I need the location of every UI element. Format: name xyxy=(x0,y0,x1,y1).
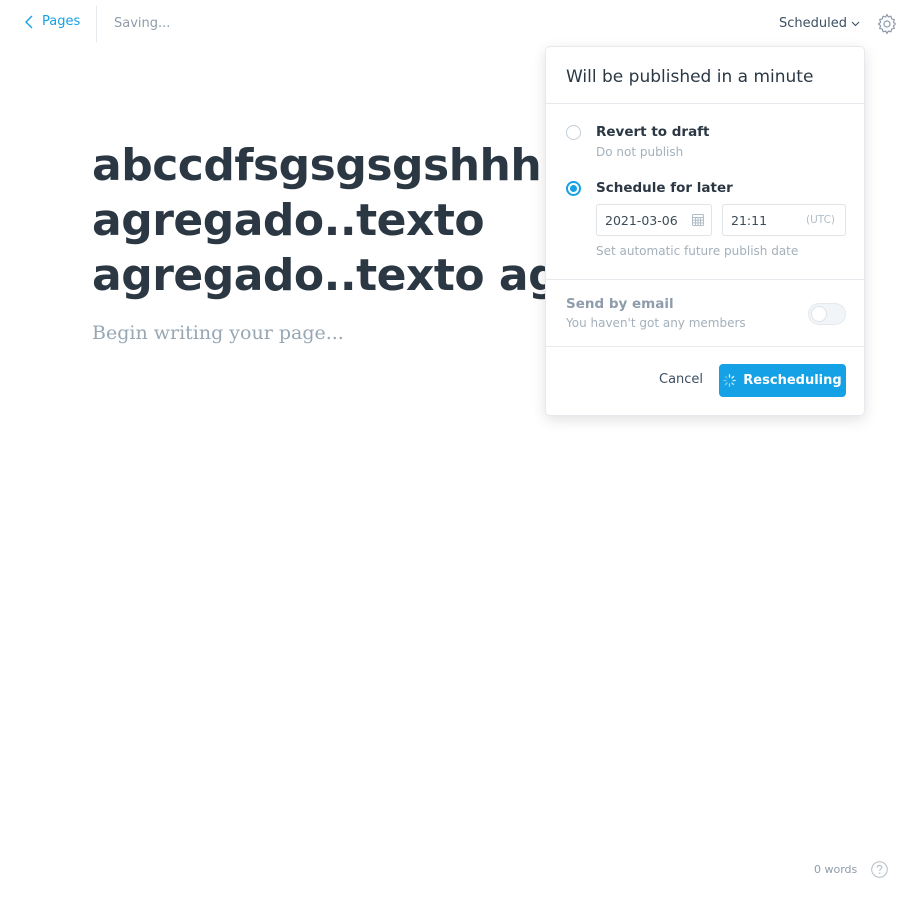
chevron-down-icon xyxy=(851,21,860,27)
revert-to-draft-description: Do not publish xyxy=(596,145,684,159)
cancel-button[interactable]: Cancel xyxy=(659,372,703,387)
publish-status-label: Scheduled xyxy=(779,16,847,31)
title-line: agregado..texto xyxy=(92,195,485,246)
settings-gear-icon[interactable] xyxy=(877,14,897,34)
help-icon[interactable] xyxy=(871,861,888,878)
calendar-icon[interactable] xyxy=(692,213,704,226)
publish-time-input[interactable]: 21:11 (UTC) xyxy=(722,204,846,236)
revert-to-draft-label[interactable]: Revert to draft xyxy=(596,124,710,140)
word-count: 0 words xyxy=(814,863,858,876)
header-divider xyxy=(96,6,97,42)
section-divider xyxy=(546,279,864,280)
top-bar: Pages Saving... Scheduled xyxy=(0,0,911,48)
title-line: agregado..texto agregado xyxy=(92,250,552,301)
section-divider xyxy=(546,346,864,347)
publish-time-value: 21:11 xyxy=(731,213,768,228)
loading-spinner-icon xyxy=(723,374,737,387)
publish-status-dropdown[interactable]: Scheduled xyxy=(779,16,860,31)
back-link-label: Pages xyxy=(42,14,81,29)
send-by-email-toggle[interactable] xyxy=(808,303,846,325)
timezone-label: (UTC) xyxy=(805,214,835,226)
chevron-left-icon xyxy=(25,15,33,28)
saving-status: Saving... xyxy=(114,16,171,31)
publish-menu-title: Will be published in a minute xyxy=(566,67,814,87)
send-by-email-label: Send by email xyxy=(566,296,674,312)
reschedule-button-label: Rescheduling xyxy=(743,373,842,388)
publish-date-value: 2021-03-06 xyxy=(605,213,678,228)
back-to-pages-link[interactable]: Pages xyxy=(24,14,80,29)
title-line: abccdfsgsgsgshhh..texto xyxy=(92,140,552,191)
schedule-for-later-radio[interactable] xyxy=(566,181,581,196)
toggle-knob xyxy=(811,306,827,322)
page-title[interactable]: abccdfsgsgsgshhh..texto agregado..texto … xyxy=(92,138,552,306)
revert-to-draft-radio[interactable] xyxy=(566,125,581,140)
page-body-editor[interactable]: Begin writing your page... xyxy=(92,322,344,344)
publish-date-input[interactable]: 2021-03-06 xyxy=(596,204,712,236)
schedule-description: Set automatic future publish date xyxy=(596,244,799,258)
send-by-email-description: You haven't got any members xyxy=(566,316,746,330)
reschedule-button[interactable]: Rescheduling xyxy=(719,364,846,397)
publish-menu-popover: Will be published in a minute Revert to … xyxy=(545,46,865,416)
publish-menu-header: Will be published in a minute xyxy=(546,47,864,104)
schedule-for-later-label[interactable]: Schedule for later xyxy=(596,180,733,196)
